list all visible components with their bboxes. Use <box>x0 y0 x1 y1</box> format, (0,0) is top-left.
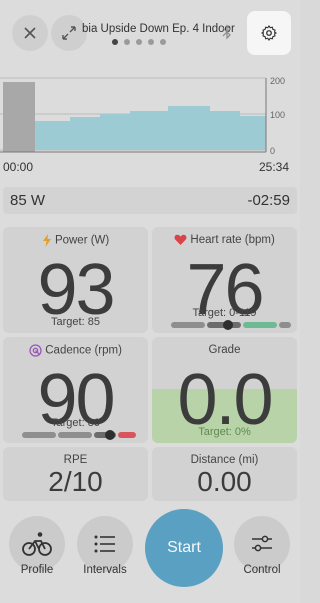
cadence-target: Target: 80 <box>51 417 100 429</box>
rpe-label: RPE <box>63 454 88 466</box>
interval-target-power: 85 W <box>10 192 46 209</box>
start-button[interactable]: Start <box>145 509 223 587</box>
heart-rate-marker <box>223 320 233 330</box>
distance-value: 0.00 <box>197 466 252 497</box>
zone-segment <box>243 322 277 328</box>
zone-segment <box>58 432 92 438</box>
page-dot[interactable] <box>124 39 130 45</box>
zone-segment <box>171 322 205 328</box>
power-label-row: Power (W) <box>3 234 148 247</box>
grade-label: Grade <box>208 344 241 356</box>
workout-title: bia Upside Down Ep. 4 Indoor <box>82 23 235 35</box>
power-tile[interactable]: Power (W) 93 Target: 85 <box>3 227 148 333</box>
workout-profile-area <box>3 106 266 150</box>
y-tick-label: 100 <box>270 110 285 120</box>
sliders-icon <box>252 535 272 552</box>
y-tick-label: 0 <box>270 146 275 156</box>
settings-button[interactable] <box>247 11 291 55</box>
profile-label[interactable]: Profile <box>2 564 72 576</box>
heart-rate-label-row: Heart rate (bpm) <box>152 234 297 246</box>
grade-target: Target: 0% <box>198 426 251 438</box>
grade-tile[interactable]: Grade 0.0 Target: 0% <box>152 337 297 443</box>
power-target: Target: 85 <box>51 316 100 328</box>
power-label: Power (W) <box>54 234 110 247</box>
elapsed-time-start: 00:00 <box>3 160 34 174</box>
expand-icon <box>62 26 76 40</box>
page-indicator <box>112 39 166 45</box>
interval-remaining-time: -02:59 <box>247 192 290 209</box>
rpe-tile[interactable]: RPE 2/10 <box>3 447 148 501</box>
interval-strip: 85 W -02:59 <box>3 187 297 214</box>
zone-segment <box>22 432 56 438</box>
page-dot[interactable] <box>160 39 166 45</box>
close-button[interactable] <box>12 15 48 51</box>
close-icon <box>24 27 36 39</box>
heart-rate-target: Target: 0-119 <box>192 307 257 319</box>
zone-segment <box>279 322 291 328</box>
lightning-icon <box>42 234 51 247</box>
cadence-tile[interactable]: Cadence (rpm) 90 Target: 80 <box>3 337 148 443</box>
distance-tile[interactable]: Distance (mi) 0.00 <box>152 447 297 501</box>
bluetooth-icon <box>222 24 231 40</box>
gear-icon <box>261 25 277 41</box>
heart-rate-label: Heart rate (bpm) <box>190 234 275 247</box>
distance-label: Distance (mi) <box>190 454 259 466</box>
heart-rate-zone-bar <box>171 320 291 330</box>
list-icon <box>94 535 115 553</box>
cadence-label-row: Cadence (rpm) <box>3 344 148 357</box>
zone-segment <box>118 432 136 438</box>
total-time: 25:34 <box>259 160 290 174</box>
cadence-marker <box>105 430 115 440</box>
workout-profile-chart: 200 100 0 <box>0 76 285 156</box>
heart-icon <box>174 234 187 245</box>
cadence-icon <box>29 344 42 357</box>
heart-rate-tile[interactable]: Heart rate (bpm) 76 Target: 0-119 <box>152 227 297 333</box>
page-dot[interactable] <box>148 39 154 45</box>
workout-screen: bia Upside Down Ep. 4 Indoor 200 100 0 0… <box>0 0 300 603</box>
y-tick-label: 200 <box>270 76 285 86</box>
elapsed-region <box>3 82 35 152</box>
rpe-value: 2/10 <box>48 466 103 497</box>
intervals-label[interactable]: Intervals <box>70 564 140 576</box>
page-dot[interactable] <box>112 39 118 45</box>
page-dot[interactable] <box>136 39 142 45</box>
cyclist-icon <box>22 532 52 556</box>
control-label[interactable]: Control <box>227 564 297 576</box>
cadence-label: Cadence (rpm) <box>45 344 122 357</box>
cadence-zone-bar <box>22 430 136 440</box>
